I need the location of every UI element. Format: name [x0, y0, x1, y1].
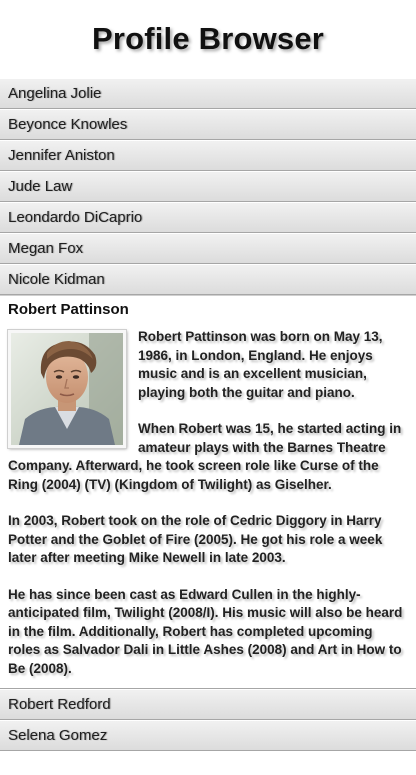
profile-item[interactable]: Robert Redford: [0, 689, 416, 720]
profile-photo: [7, 329, 127, 449]
profile-item[interactable]: Selena Gomez: [0, 720, 416, 751]
profile-item[interactable]: Angelina Jolie: [0, 78, 416, 109]
profile-details: Robert Pattinson was born on May 13, 198…: [7, 324, 416, 678]
bio-paragraph: In 2003, Robert took on the role of Cedr…: [8, 513, 383, 565]
portrait-image: [11, 333, 123, 445]
profile-item[interactable]: Jude Law: [0, 171, 416, 202]
profile-name-heading[interactable]: Robert Pattinson: [8, 296, 416, 324]
profile-list: Angelina Jolie Beyonce Knowles Jennifer …: [0, 78, 416, 751]
profile-item-expanded: Robert Pattinson Robert Pattinson was bo…: [0, 295, 416, 689]
profile-item[interactable]: Nicole Kidman: [0, 264, 416, 295]
profile-item[interactable]: Megan Fox: [0, 233, 416, 264]
profile-item[interactable]: Jennifer Aniston: [0, 140, 416, 171]
bio-paragraph: He has since been cast as Edward Cullen …: [8, 586, 403, 676]
profile-item[interactable]: Leondardo DiCaprio: [0, 202, 416, 233]
profile-item[interactable]: Beyonce Knowles: [0, 109, 416, 140]
page-title: Profile Browser: [91, 21, 325, 56]
